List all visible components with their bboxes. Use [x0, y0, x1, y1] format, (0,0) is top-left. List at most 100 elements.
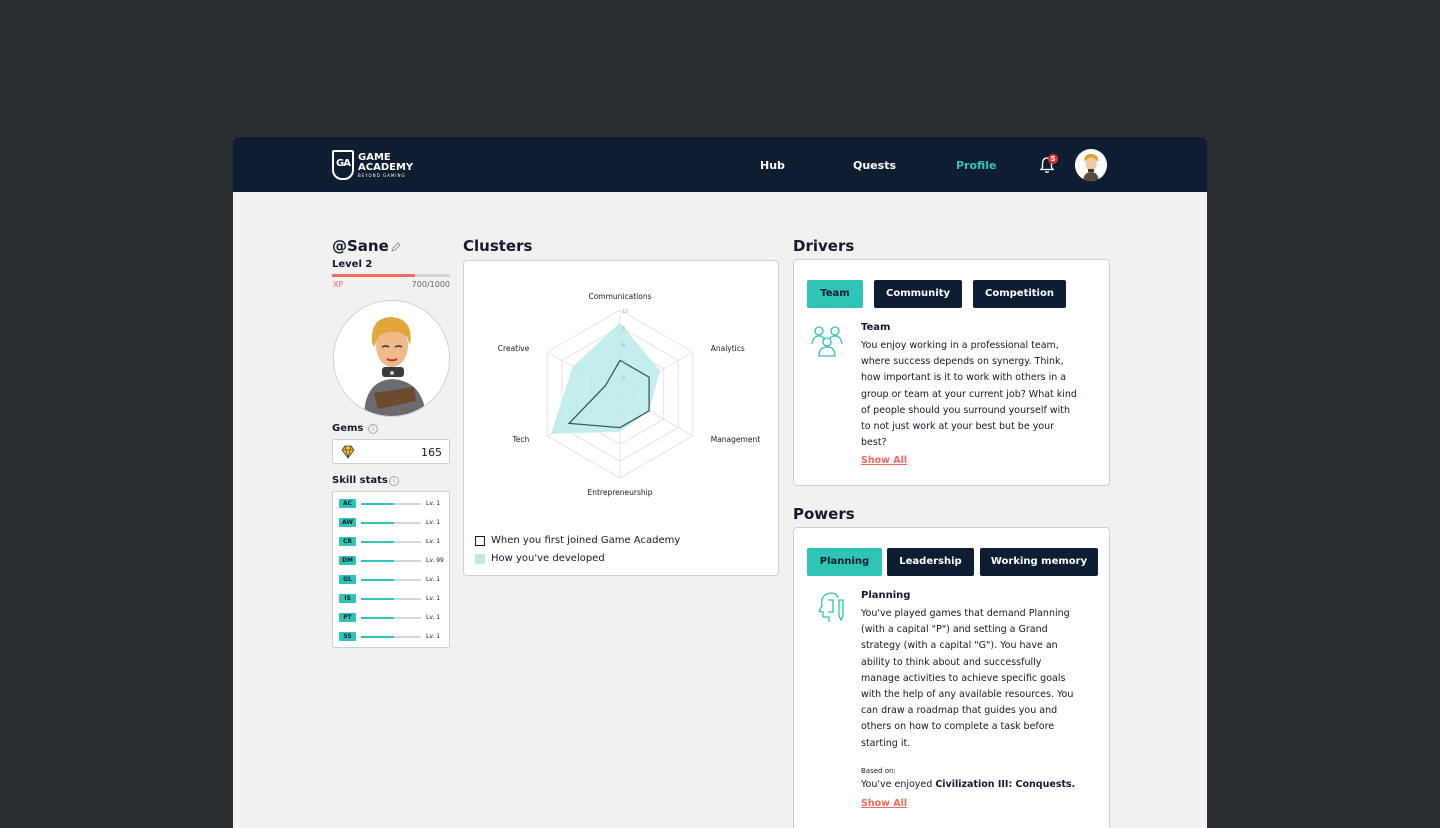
desc-line: how important is it to work with others …: [861, 372, 1067, 384]
app-window: GA GAME ACADEMY BEYOND GAMING Hub Quests…: [233, 137, 1207, 828]
logo-line2: ACADEMY: [358, 161, 414, 173]
drivers-show-all-link[interactable]: Show All: [861, 455, 907, 466]
power-desc-text: You've played games that demand Planning…: [861, 606, 1101, 752]
xp-label: XP: [333, 280, 344, 289]
skill-progress-bar: [361, 636, 421, 638]
skill-progress-bar: [361, 598, 421, 600]
based-on-label: Based on:: [861, 767, 896, 775]
planning-head-icon: [817, 592, 844, 622]
gems-info-icon[interactable]: i: [368, 424, 378, 434]
desc-line: with the help of any available resources…: [861, 689, 1074, 701]
gem-icon: [341, 445, 355, 459]
nav-profile[interactable]: Profile: [956, 159, 996, 172]
pencil-edit-icon[interactable]: [391, 242, 401, 252]
skill-code-badge: GL: [339, 575, 356, 584]
desc-line: (with a capital "P") and setting a Grand: [861, 624, 1048, 636]
nav-hub[interactable]: Hub: [760, 159, 785, 172]
legend-fill-swatch: [475, 553, 485, 564]
skill-row: GL Lv. 1: [339, 575, 447, 585]
skill-row: PT Lv. 1: [339, 613, 447, 623]
character-portrait: [333, 300, 450, 417]
powers-show-all-link[interactable]: Show All: [861, 798, 907, 809]
logo-tagline: BEYOND GAMING: [358, 172, 406, 178]
radar-axis-label: Communications: [588, 292, 651, 301]
powers-card: Planning Leadership Working memory Plann…: [793, 527, 1110, 828]
skill-row: CR Lv. 1: [339, 537, 447, 547]
enjoyed-game-name: Civilization III: Conquests.: [935, 779, 1076, 790]
gems-title: Gems: [332, 423, 364, 434]
radar-tick-label: 10: [622, 309, 628, 315]
radar-tick-label: 8: [622, 326, 625, 332]
level-label: Level 2: [332, 259, 373, 270]
desc-line: manage activities to achieve specific go…: [861, 672, 1066, 684]
skill-stats-panel: AC Lv. 1 AW Lv. 1 CR Lv. 1 DM Lv. 99 GL Lv. 1 IS Lv…: [332, 491, 450, 648]
xp-progress-fill: [332, 274, 415, 277]
tab-leadership[interactable]: Leadership: [887, 548, 974, 576]
skill-row: SS Lv. 1: [339, 632, 447, 642]
gems-counter: 165: [332, 439, 450, 464]
desc-line: to not just work at your best but be you…: [861, 421, 1055, 433]
driver-desc-text: You enjoy working in a professional team…: [861, 338, 1101, 451]
logo-line1: GAME: [358, 151, 391, 163]
skill-progress-bar: [361, 560, 421, 562]
skill-row: AW Lv. 1: [339, 518, 447, 528]
skill-progress-bar: [361, 579, 421, 581]
radar-axis-label: Management: [711, 435, 760, 444]
tab-team[interactable]: Team: [807, 280, 863, 308]
skill-code-badge: AW: [339, 518, 356, 527]
radar-axis-label: Tech: [511, 435, 529, 444]
radar-axis-label: Creative: [498, 344, 530, 353]
radar-tick-label: 2: [622, 376, 625, 382]
skill-progress-fill: [361, 617, 394, 619]
skill-level: Lv. 1: [426, 633, 441, 640]
skill-row: IS Lv. 1: [339, 594, 447, 604]
skill-code-badge: PT: [339, 613, 356, 622]
skill-code-badge: CR: [339, 537, 356, 546]
skill-level: Lv. 1: [426, 595, 441, 602]
desc-line: strategy (with a capital "G"). You have …: [861, 640, 1058, 652]
game-academy-logo[interactable]: GA GAME ACADEMY BEYOND GAMING: [332, 150, 413, 180]
skill-progress-bar: [361, 617, 421, 619]
skills-info-icon[interactable]: i: [389, 476, 399, 486]
skill-progress-bar: [361, 503, 421, 505]
power-desc-title: Planning: [861, 590, 911, 601]
nav-quests[interactable]: Quests: [853, 159, 896, 172]
skill-code-badge: AC: [339, 499, 356, 508]
clusters-radar-chart: 2 4 6 8 10 Communications Analytics Management E…: [498, 292, 760, 497]
tab-working-memory[interactable]: Working memory: [980, 548, 1098, 576]
enjoyed-game-text: You've enjoyed Civilization III: Conques…: [861, 779, 1076, 790]
tab-competition[interactable]: Competition: [973, 280, 1066, 308]
powers-title: Powers: [793, 505, 855, 523]
tab-planning[interactable]: Planning: [807, 548, 882, 576]
skill-row: DM Lv. 99: [339, 556, 447, 566]
legend-developed: How you've developed: [475, 553, 605, 564]
clusters-title: Clusters: [463, 237, 533, 255]
legend-first-label: When you first joined Game Academy: [491, 535, 681, 546]
desc-line: where success depends on synergy. Think,: [861, 356, 1064, 368]
desc-line: others on how to complete a task before: [861, 721, 1055, 733]
skill-progress-fill: [361, 541, 394, 543]
desc-line: best?: [861, 437, 887, 449]
desc-line: You enjoy working in a professional team…: [861, 340, 1059, 351]
radar-tick-label: 4: [622, 359, 625, 365]
skill-progress-fill: [361, 503, 394, 505]
xp-value: 700/1000: [411, 280, 450, 289]
radar-tick-label: 6: [622, 343, 625, 349]
radar-axis-label: Analytics: [711, 344, 745, 353]
skill-level: Lv. 1: [426, 538, 441, 545]
drivers-card: Team Community Competition Team You enjo…: [793, 259, 1110, 486]
tab-community[interactable]: Community: [874, 280, 962, 308]
top-nav-bar: GA GAME ACADEMY BEYOND GAMING Hub Quests…: [233, 137, 1207, 192]
skill-progress-fill: [361, 522, 394, 524]
legend-developed-label: How you've developed: [491, 553, 605, 564]
legend-first-joined: When you first joined Game Academy: [475, 535, 680, 546]
desc-line: starting it.: [861, 737, 911, 749]
skill-row: AC Lv. 1: [339, 499, 447, 509]
skill-progress-fill: [361, 636, 394, 638]
user-avatar[interactable]: [1075, 149, 1107, 181]
skill-progress-bar: [361, 541, 421, 543]
legend-outline-swatch: [475, 535, 485, 546]
team-icon: [811, 326, 843, 357]
skill-stats-title: Skill stats: [332, 475, 388, 486]
radar-axis-label: Entrepreneurship: [588, 488, 653, 497]
